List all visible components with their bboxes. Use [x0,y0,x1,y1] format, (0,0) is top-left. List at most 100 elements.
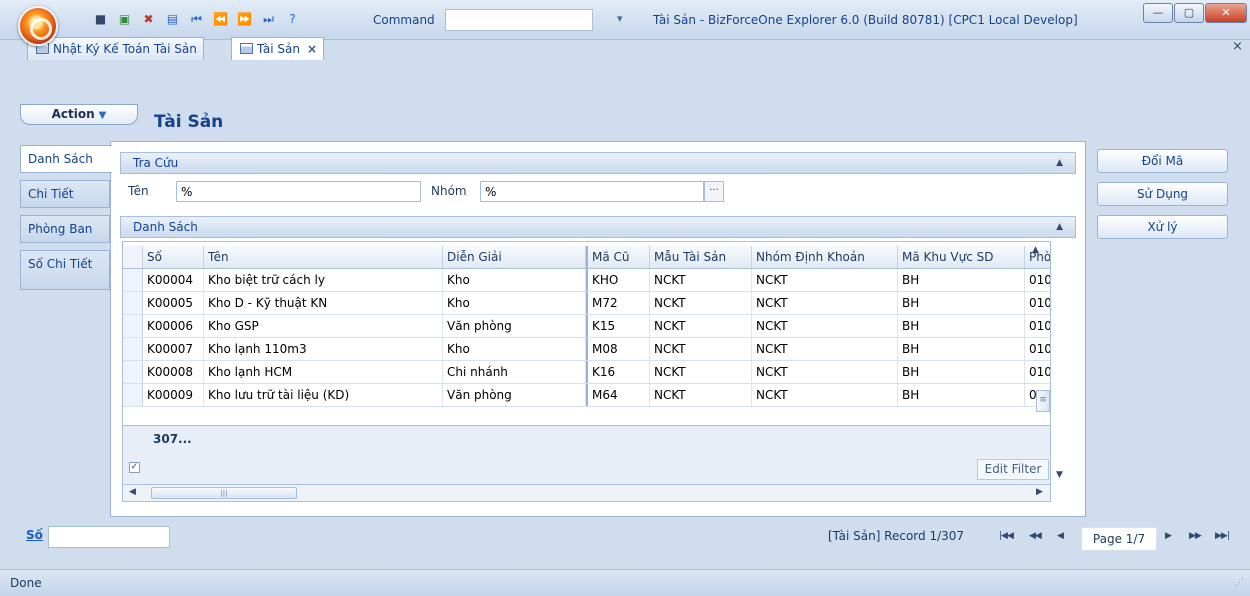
next-page-fast-icon[interactable]: ▶▶ [1189,531,1202,541]
cell-mau-tai-san[interactable]: NCKT [650,269,752,291]
app-orb-button[interactable] [18,6,58,46]
scroll-left-icon[interactable]: ◀ [129,487,136,497]
cell-ten[interactable]: Kho lưu trữ tài liệu (KD) [204,384,443,406]
cell-dien-giai[interactable]: Văn phòng [443,315,586,337]
close-window-button[interactable]: ✕ [1205,3,1247,23]
action-menu-button[interactable]: Action ▼ [20,104,138,125]
table-row[interactable]: K00005 Kho D - Kỹ thuật KN Kho M72 NCKT NCKT B… [123,292,1050,315]
doi-ma-button[interactable]: Đổi Mã [1097,149,1228,173]
cell-phong[interactable]: 010 [1025,315,1050,337]
cell-ten[interactable]: Kho lạnh HCM [204,361,443,383]
column-header-nhom-dinh-khoan[interactable]: Nhóm Định Khoản [752,246,898,268]
column-header-ma-cu[interactable]: Mã Cũ [586,246,650,268]
table-row[interactable]: K00009 Kho lưu trữ tài liệu (KD) Văn phòng… [123,384,1050,407]
column-header-ma-khu-vuc-sd[interactable]: Mã Khu Vực SD [898,246,1025,268]
resize-grip-icon[interactable]: ⋰ [1235,578,1244,588]
first-record-icon[interactable]: ⏮ [189,12,204,27]
cell-mau-tai-san[interactable]: NCKT [650,338,752,360]
cell-ma-khu-vuc-sd[interactable]: BH [898,315,1025,337]
cell-dien-giai[interactable]: Kho [443,292,586,314]
collapse-chevron-icon[interactable]: ▲ [1056,217,1063,237]
list-section-header[interactable]: Danh Sách ▲ [120,216,1076,238]
cell-ma-cu[interactable]: K15 [586,315,650,337]
save-icon[interactable]: ■ [93,12,108,27]
first-page-icon[interactable]: |◀◀ [999,531,1014,541]
vertical-scrollbar-thumb[interactable]: ≡ [1036,390,1050,412]
su-dung-button[interactable]: Sử Dụng [1097,182,1228,206]
cell-mau-tai-san[interactable]: NCKT [650,384,752,406]
command-input[interactable] [445,9,593,31]
ten-input[interactable] [176,181,421,202]
refresh-icon[interactable]: ▤ [165,12,180,27]
dropdown-arrow-icon[interactable]: ▾ [617,12,623,25]
side-tab-danh-sach[interactable]: Danh Sách [20,145,112,173]
cell-mau-tai-san[interactable]: NCKT [650,361,752,383]
delete-record-icon[interactable]: ✖ [141,12,156,27]
horizontal-scrollbar-thumb[interactable]: ||| [151,487,297,499]
side-tab-so-chi-tiet[interactable]: Số Chi Tiết [20,250,110,290]
cell-phong[interactable]: 010 [1025,338,1050,360]
lookup-section-header[interactable]: Tra Cứu ▲ [120,152,1076,174]
cell-phong[interactable]: 010 [1025,292,1050,314]
cell-dien-giai[interactable]: Kho [443,338,586,360]
cell-dien-giai[interactable]: Văn phòng [443,384,586,406]
minimize-button[interactable]: — [1143,3,1173,23]
so-link[interactable]: Số [26,528,43,542]
cell-so[interactable]: K00005 [143,292,204,314]
cell-dien-giai[interactable]: Kho [443,269,586,291]
cell-ma-khu-vuc-sd[interactable]: BH [898,292,1025,314]
close-tab-icon[interactable]: × [307,42,317,56]
nhom-input[interactable] [480,181,704,202]
cell-so[interactable]: K00004 [143,269,204,291]
cell-mau-tai-san[interactable]: NCKT [650,292,752,314]
cell-phong[interactable]: 010 [1025,269,1050,291]
cell-nhom-dinh-khoan[interactable]: NCKT [752,292,898,314]
previous-page-fast-icon[interactable]: ◀◀ [1029,531,1042,541]
nhom-lookup-button[interactable]: ··· [704,181,724,202]
cell-ma-khu-vuc-sd[interactable]: BH [898,384,1025,406]
cell-ma-cu[interactable]: M08 [586,338,650,360]
new-record-icon[interactable]: ▣ [117,12,132,27]
column-header-dien-giai[interactable]: Diễn Giải [443,246,586,268]
cell-ma-cu[interactable]: M72 [586,292,650,314]
previous-page-icon[interactable]: ◀ [1057,531,1064,541]
row-indicator[interactable] [123,315,143,337]
next-record-icon[interactable]: ⏩ [237,12,252,27]
cell-nhom-dinh-khoan[interactable]: NCKT [752,361,898,383]
cell-ten[interactable]: Kho D - Kỹ thuật KN [204,292,443,314]
cell-so[interactable]: K00008 [143,361,204,383]
close-document-icon[interactable]: × [1232,39,1243,54]
cell-dien-giai[interactable]: Chi nhánh [443,361,586,383]
table-row[interactable]: K00007 Kho lạnh 110m3 Kho M08 NCKT NCKT BH 010 [123,338,1050,361]
last-page-icon[interactable]: ▶▶| [1215,531,1230,541]
scroll-up-icon[interactable]: ▲ [1032,245,1039,255]
cell-ma-cu[interactable]: KHO [586,269,650,291]
cell-ma-cu[interactable]: K16 [586,361,650,383]
row-indicator[interactable] [123,384,143,406]
cell-ten[interactable]: Kho lạnh 110m3 [204,338,443,360]
table-row[interactable]: K00004 Kho biệt trữ cách ly Kho KHO NCKT NCKT… [123,269,1050,292]
table-row[interactable]: K00008 Kho lạnh HCM Chi nhánh K16 NCKT NCKT BH… [123,361,1050,384]
row-indicator[interactable] [123,361,143,383]
scroll-right-icon[interactable]: ▶ [1036,487,1043,497]
cell-so[interactable]: K00007 [143,338,204,360]
cell-ten[interactable]: Kho biệt trữ cách ly [204,269,443,291]
table-row[interactable]: K00006 Kho GSP Văn phòng K15 NCKT NCKT BH 010 [123,315,1050,338]
column-header-mau-tai-san[interactable]: Mẫu Tài Sản [650,246,752,268]
cell-ten[interactable]: Kho GSP [204,315,443,337]
row-indicator[interactable] [123,269,143,291]
side-tab-phong-ban[interactable]: Phòng Ban [20,215,110,243]
next-page-icon[interactable]: ▶ [1165,531,1172,541]
cell-ma-khu-vuc-sd[interactable]: BH [898,361,1025,383]
cell-nhom-dinh-khoan[interactable]: NCKT [752,338,898,360]
previous-record-icon[interactable]: ⏪ [213,12,228,27]
maximize-button[interactable]: ▢ [1174,3,1204,23]
collapse-chevron-icon[interactable]: ▲ [1056,153,1063,173]
cell-nhom-dinh-khoan[interactable]: NCKT [752,384,898,406]
tab-tai-san[interactable]: Tài Sản × [231,37,325,60]
cell-ma-khu-vuc-sd[interactable]: BH [898,338,1025,360]
column-header-ten[interactable]: Tên [204,246,443,268]
help-icon[interactable]: ? [285,12,300,27]
filter-enabled-checkbox[interactable]: ✓ [129,462,140,473]
cell-nhom-dinh-khoan[interactable]: NCKT [752,269,898,291]
